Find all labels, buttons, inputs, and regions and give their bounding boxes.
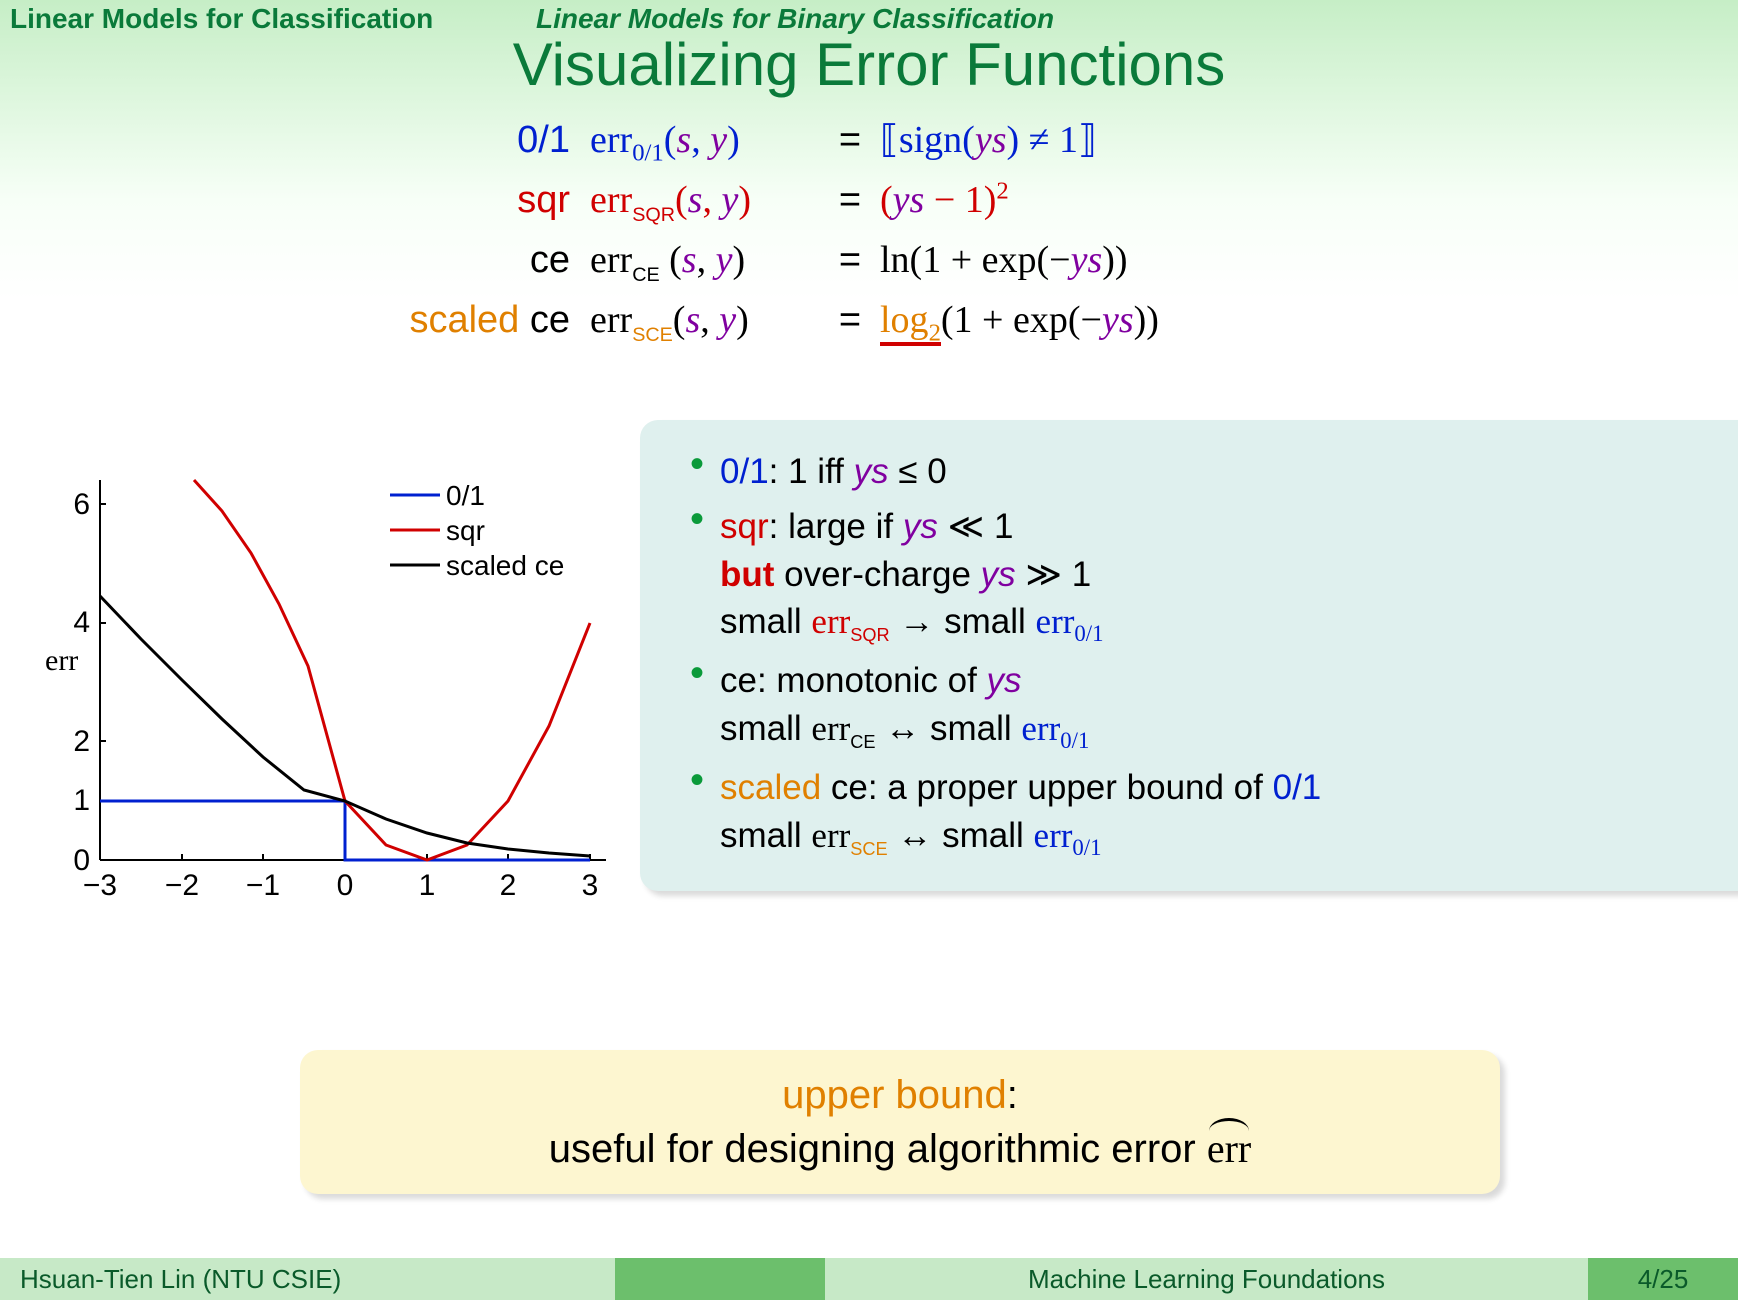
page-title: Visualizing Error Functions xyxy=(0,30,1738,99)
eq-equals-01: = xyxy=(820,112,880,168)
eq-label-sce: scaled ce xyxy=(320,292,590,348)
equation-row-01: 0/1 err0/1(s, y) = ⟦sign(ys) ≠ 1⟧ xyxy=(320,112,1420,172)
xtick-3: 3 xyxy=(582,869,599,902)
notes-box: 0/1: 1 iff ys ≤ 0 sqr: large if ys ≪ 1bu… xyxy=(640,420,1738,891)
equation-row-sce: scaled ce errSCE(s, y) = log2(1 + exp(−y… xyxy=(320,292,1420,352)
legend-sqr: sqr xyxy=(446,515,485,546)
equation-row-ce: ce errCE (s, y) = ln(1 + exp(−ys)) xyxy=(320,232,1420,292)
eq-equals-sce: = xyxy=(820,292,880,348)
eq-mid-sce: errSCE(s, y) xyxy=(590,292,820,352)
footer-spacer xyxy=(615,1258,825,1300)
eq-rhs-ce: ln(1 + exp(−ys)) xyxy=(880,232,1128,288)
slide: Linear Models for Classification Linear … xyxy=(0,0,1738,1300)
note-01: 0/1: 1 iff ys ≤ 0 xyxy=(690,448,1730,495)
note-sqr: sqr: large if ys ≪ 1but over-charge ys ≫… xyxy=(690,503,1730,649)
ytick-2: 2 xyxy=(73,725,90,758)
eq-rhs-sqr: (ys − 1)2 xyxy=(880,172,1009,228)
xtick-1: 1 xyxy=(419,869,436,902)
eq-rhs-sce: log2(1 + exp(−ys)) xyxy=(880,292,1159,352)
eq-equals-ce: = xyxy=(820,232,880,288)
note-ce: ce: monotonic of yssmall errCE ↔ small e… xyxy=(690,657,1730,756)
summary-box: upper bound:useful for designing algorit… xyxy=(300,1050,1500,1194)
eq-label-ce: ce xyxy=(320,232,590,288)
ytick-1: 1 xyxy=(73,784,90,817)
note-sce: scaled ce: a proper upper bound of 0/1sm… xyxy=(690,764,1730,863)
legend-sce: scaled ce xyxy=(446,550,564,581)
eq-label-01: 0/1 xyxy=(320,112,590,168)
equation-row-sqr: sqr errSQR(s, y) = (ys − 1)2 xyxy=(320,172,1420,232)
xtick--2: −2 xyxy=(165,869,199,902)
equation-block: 0/1 err0/1(s, y) = ⟦sign(ys) ≠ 1⟧ sqr er… xyxy=(320,112,1420,353)
eq-mid-ce: errCE (s, y) xyxy=(590,232,820,292)
legend-01: 0/1 xyxy=(446,480,485,511)
error-chart: −3 −2 −1 0 1 2 3 0 1 2 4 6 err ys xyxy=(30,440,630,940)
eq-label-sqr: sqr xyxy=(320,172,590,228)
chart-line-sqr xyxy=(194,480,590,860)
xtick--1: −1 xyxy=(246,869,280,902)
eq-mid-01: err0/1(s, y) xyxy=(590,112,820,172)
chart-ylabel: err xyxy=(45,644,78,677)
footer-course: Machine Learning Foundations xyxy=(825,1258,1588,1300)
ytick-6: 6 xyxy=(73,488,90,521)
eq-equals-sqr: = xyxy=(820,172,880,228)
footer-author: Hsuan-Tien Lin (NTU CSIE) xyxy=(0,1258,615,1300)
ytick-4: 4 xyxy=(73,606,90,639)
ytick-0: 0 xyxy=(73,844,90,877)
footer-page: 4/25 xyxy=(1588,1258,1738,1300)
chart-legend: 0/1 sqr scaled ce xyxy=(390,480,564,581)
footer-bar: Hsuan-Tien Lin (NTU CSIE) Machine Learni… xyxy=(0,1258,1738,1300)
eq-mid-sqr: errSQR(s, y) xyxy=(590,172,820,232)
xtick-2: 2 xyxy=(500,869,517,902)
eq-rhs-01: ⟦sign(ys) ≠ 1⟧ xyxy=(880,112,1097,168)
xtick-0: 0 xyxy=(337,869,354,902)
